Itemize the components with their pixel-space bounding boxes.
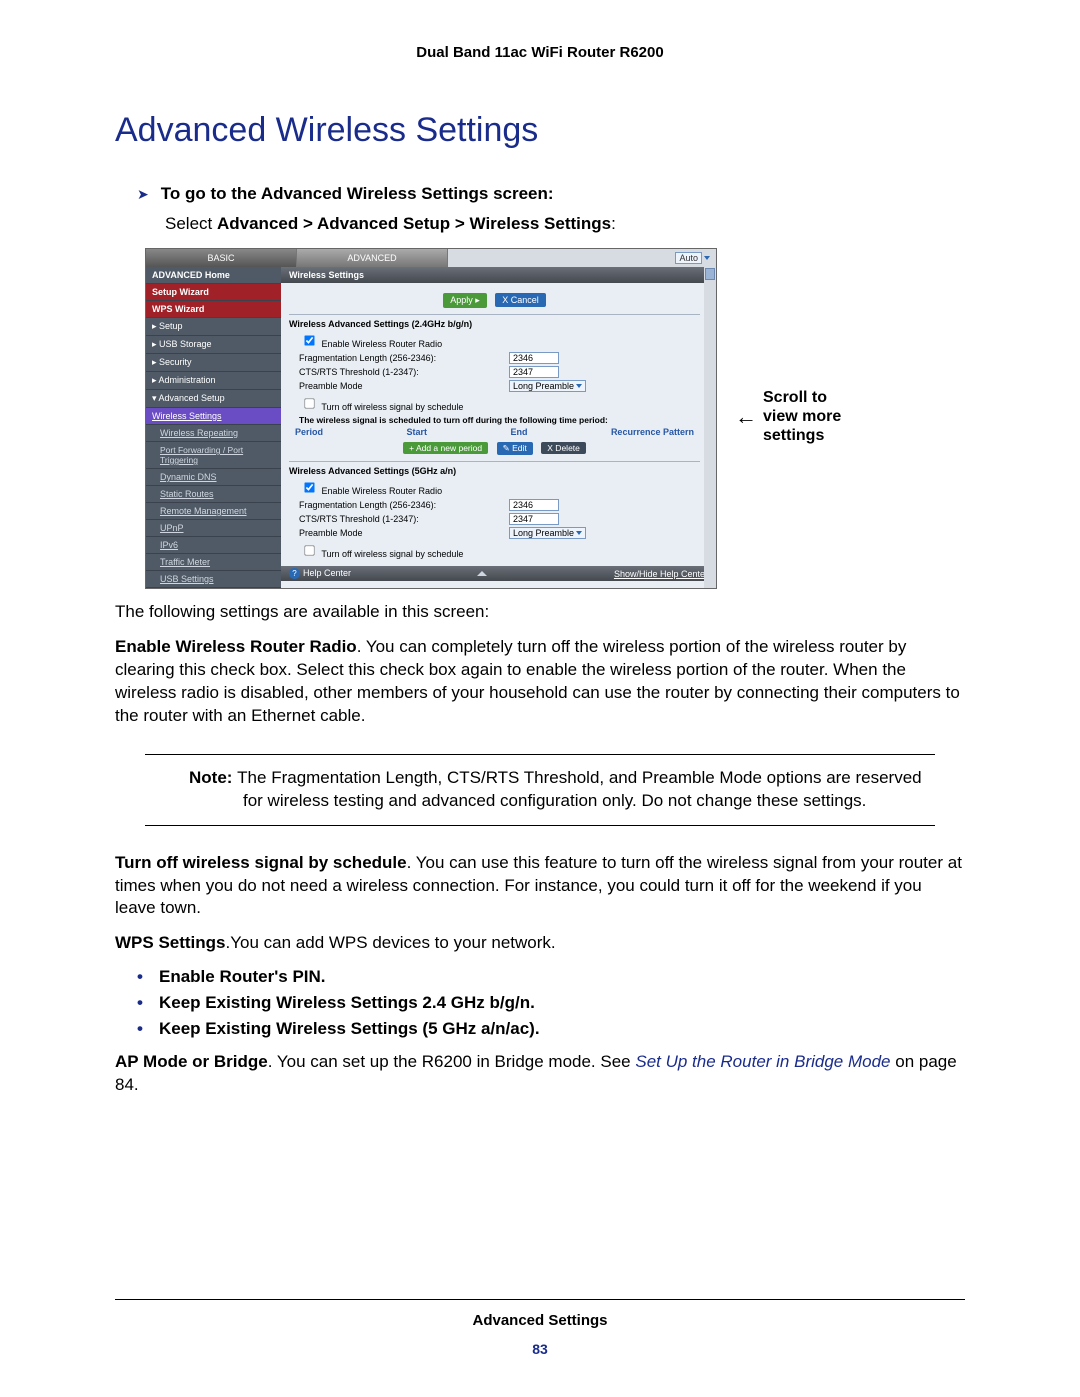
schedule-note: The wireless signal is scheduled to turn… [289, 415, 700, 425]
content-scrollbar[interactable] [704, 267, 716, 588]
section-24ghz: Wireless Advanced Settings (2.4GHz b/g/n… [289, 319, 700, 329]
sidebar-setup[interactable]: ▸ Setup [146, 318, 281, 336]
col-period: Period [295, 427, 323, 437]
col-recurrence: Recurrence Pattern [611, 427, 694, 437]
preamble-24-select[interactable]: Long Preamble [509, 380, 586, 392]
para-intro: The following settings are available in … [115, 601, 965, 624]
frag-5-input[interactable]: 2346 [509, 499, 559, 511]
frag-5-label: Fragmentation Length (256-2346): [289, 500, 509, 510]
select-path: Advanced > Advanced Setup > Wireless Set… [217, 214, 611, 233]
cancel-button[interactable]: X Cancel [495, 293, 546, 307]
sidebar-setup-wizard[interactable]: Setup Wizard [146, 284, 281, 301]
note-body: The Fragmentation Length, CTS/RTS Thresh… [237, 768, 921, 810]
sidebar-admin[interactable]: ▸ Administration [146, 372, 281, 390]
enable-radio-24-label: Enable Wireless Router Radio [322, 339, 443, 349]
step-text: To go to the Advanced Wireless Settings … [161, 184, 554, 204]
sidebar-wireless-settings[interactable]: Wireless Settings [146, 408, 281, 425]
page-title: Advanced Wireless Settings [115, 111, 965, 150]
sidebar: ADVANCED Home Setup Wizard WPS Wizard ▸ … [146, 267, 281, 588]
sidebar-port-fwd[interactable]: Port Forwarding / Port Triggering [146, 442, 281, 469]
note-label: Note: [189, 768, 237, 787]
chevron-down-icon [576, 531, 582, 535]
frag-24-label: Fragmentation Length (256-2346): [289, 353, 509, 363]
turnoff-5-label: Turn off wireless signal by schedule [321, 549, 463, 559]
preamble-24-label: Preamble Mode [289, 381, 509, 391]
footer-title: Advanced Settings [0, 1312, 1080, 1329]
sidebar-wps-wizard[interactable]: WPS Wizard [146, 301, 281, 318]
help-icon: ? [289, 568, 300, 579]
sidebar-security[interactable]: ▸ Security [146, 354, 281, 372]
sidebar-usb-settings[interactable]: USB Settings [146, 571, 281, 588]
step-arrow-icon: ➤ [137, 184, 149, 204]
section-5ghz: Wireless Advanced Settings (5GHz a/n) [289, 466, 700, 476]
bullet-item: Keep Existing Wireless Settings (5 GHz a… [137, 1019, 965, 1039]
refresh-select[interactable]: Auto [675, 252, 702, 264]
enable-radio-24-checkbox[interactable] [304, 335, 314, 345]
delete-button[interactable]: X Delete [541, 442, 586, 454]
sidebar-ddns[interactable]: Dynamic DNS [146, 469, 281, 486]
turnoff-24-checkbox[interactable] [304, 398, 314, 408]
cts-5-label: CTS/RTS Threshold (1-2347): [289, 514, 509, 524]
annotation-text: Scroll to view more settings [763, 388, 863, 446]
router-screenshot: BASIC ADVANCED Auto ADVANCED Home Setup … [145, 248, 717, 589]
edit-button[interactable]: ✎ Edit [497, 442, 533, 455]
col-end: End [510, 427, 527, 437]
sidebar-adv-setup[interactable]: ▾ Advanced Setup [146, 390, 281, 408]
bridge-mode-link[interactable]: Set Up the Router in Bridge Mode [635, 1052, 890, 1071]
doc-header: Dual Band 11ac WiFi Router R6200 [115, 44, 965, 61]
sidebar-traffic[interactable]: Traffic Meter [146, 554, 281, 571]
para-apmode-label: AP Mode or Bridge [115, 1052, 268, 1071]
footer-page-number: 83 [0, 1341, 1080, 1357]
caret-up-icon[interactable] [477, 571, 487, 576]
bullet-item: Keep Existing Wireless Settings 2.4 GHz … [137, 993, 965, 1013]
para-enable-radio-label: Enable Wireless Router Radio [115, 637, 357, 656]
sidebar-upnp[interactable]: UPnP [146, 520, 281, 537]
help-center-label[interactable]: Help Center [303, 568, 351, 578]
sidebar-wireless-repeating[interactable]: Wireless Repeating [146, 425, 281, 442]
cts-24-label: CTS/RTS Threshold (1-2347): [289, 367, 509, 377]
frag-24-input[interactable]: 2346 [509, 352, 559, 364]
para-turnoff-label: Turn off wireless signal by schedule [115, 853, 407, 872]
enable-radio-5-label: Enable Wireless Router Radio [322, 486, 443, 496]
bullet-item: Enable Router's PIN. [137, 967, 965, 987]
col-start: Start [406, 427, 427, 437]
add-period-button[interactable]: + Add a new period [403, 442, 488, 454]
preamble-5-label: Preamble Mode [289, 528, 509, 538]
sidebar-home[interactable]: ADVANCED Home [146, 267, 281, 284]
enable-radio-5-checkbox[interactable] [304, 482, 314, 492]
tab-basic[interactable]: BASIC [146, 249, 297, 267]
bullet-list: Enable Router's PIN. Keep Existing Wirel… [115, 967, 965, 1039]
select-prefix: Select [165, 214, 217, 233]
sidebar-static-routes[interactable]: Static Routes [146, 486, 281, 503]
sidebar-usb[interactable]: ▸ USB Storage [146, 336, 281, 354]
cts-24-input[interactable]: 2347 [509, 366, 559, 378]
apply-button[interactable]: Apply ▸ [443, 293, 487, 308]
preamble-5-select[interactable]: Long Preamble [509, 527, 586, 539]
para-wps-label: WPS Settings [115, 933, 226, 952]
annotation-arrow-icon: ← [735, 410, 757, 424]
sidebar-remote-mgmt[interactable]: Remote Management [146, 503, 281, 520]
content-panel: Wireless Settings Apply ▸ X Cancel Wirel… [281, 267, 716, 588]
select-suffix: : [611, 214, 616, 233]
sidebar-ipv6[interactable]: IPv6 [146, 537, 281, 554]
turnoff-24-label: Turn off wireless signal by schedule [321, 402, 463, 412]
content-title: Wireless Settings [281, 267, 716, 283]
chevron-down-icon [704, 256, 710, 260]
note-block: Note: The Fragmentation Length, CTS/RTS … [145, 754, 935, 826]
para-wps-body: .You can add WPS devices to your network… [226, 933, 556, 952]
turnoff-5-checkbox[interactable] [304, 545, 314, 555]
cts-5-input[interactable]: 2347 [509, 513, 559, 525]
show-hide-help[interactable]: Show/Hide Help Center [614, 569, 708, 579]
chevron-down-icon [576, 384, 582, 388]
tab-advanced[interactable]: ADVANCED [297, 249, 448, 267]
para-apmode-body: . You can set up the R6200 in Bridge mod… [268, 1052, 636, 1071]
